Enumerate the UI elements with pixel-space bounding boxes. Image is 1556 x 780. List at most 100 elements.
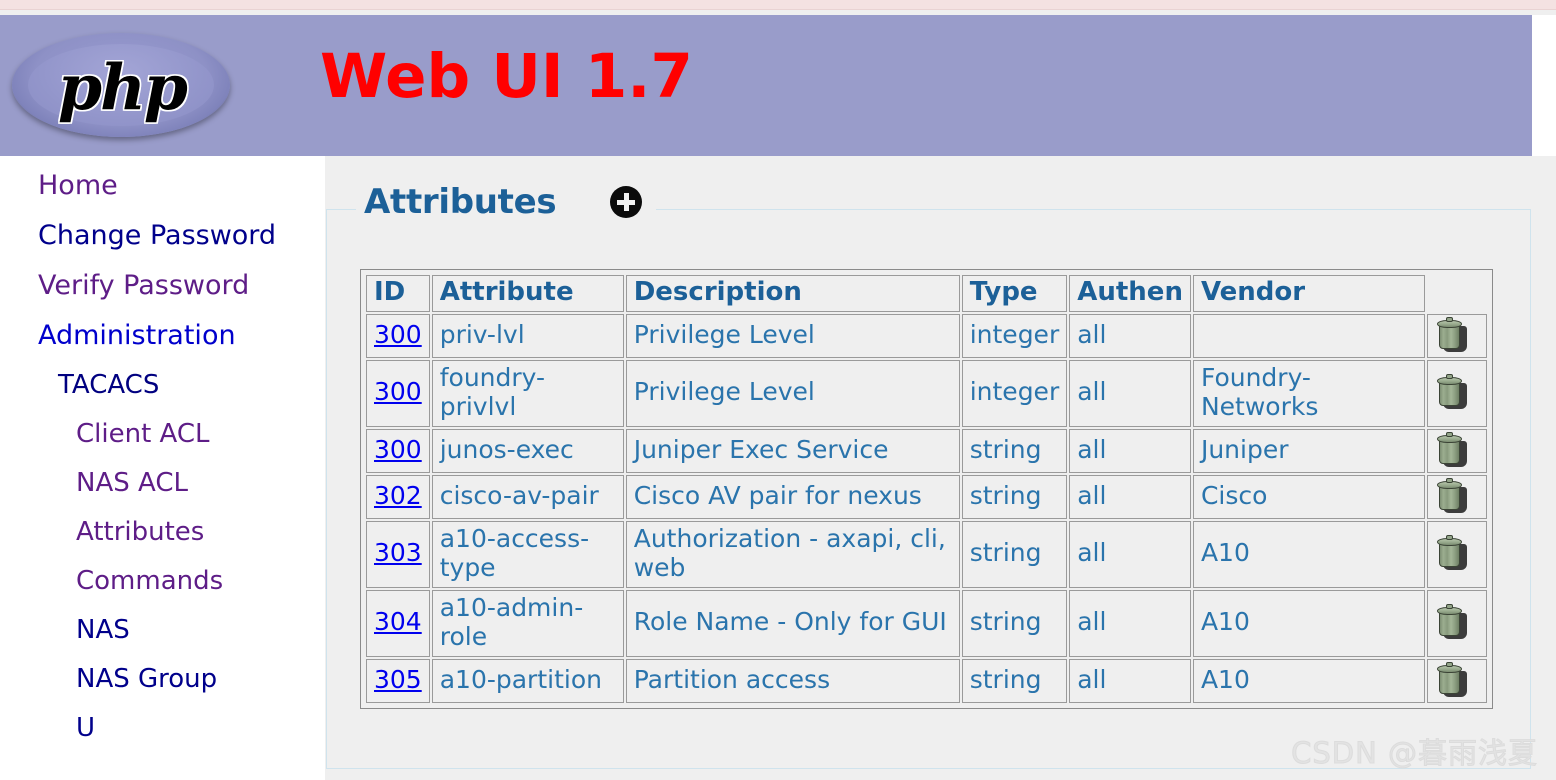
sidebar-item-verify-password[interactable]: Verify Password — [38, 272, 325, 299]
trash-icon[interactable] — [1435, 661, 1469, 698]
trash-icon-body — [1438, 439, 1460, 464]
cell-authen: all — [1069, 658, 1191, 703]
cell-vendor: Juniper — [1192, 428, 1425, 473]
trash-icon-body — [1438, 382, 1460, 407]
sidebar-item-change-password[interactable]: Change Password — [38, 222, 325, 249]
cell-attribute: a10-admin-role — [431, 589, 624, 657]
trash-icon-knob — [1445, 535, 1453, 541]
cell-authen: all — [1069, 313, 1191, 358]
trash-icon-knob — [1445, 374, 1453, 380]
trash-icon[interactable] — [1435, 535, 1469, 571]
cell-attribute: junos-exec — [431, 428, 624, 473]
attribute-id-link[interactable]: 302 — [374, 481, 422, 510]
cell-delete — [1426, 313, 1487, 358]
sidebar-item-commands[interactable]: Commands — [76, 568, 325, 594]
attribute-id-link[interactable]: 305 — [374, 665, 422, 694]
trash-icon[interactable] — [1435, 477, 1469, 514]
cell-description: Role Name - Only for GUI — [625, 589, 960, 657]
trash-icon-body — [1438, 485, 1460, 510]
cell-delete — [1426, 474, 1487, 519]
cell-id: 305 — [366, 658, 430, 703]
trash-icon-body — [1438, 612, 1460, 637]
content-area: Attributes ID Attribute Description Type… — [325, 156, 1556, 780]
csdn-watermark: CSDN @暮雨浅夏 — [1291, 736, 1538, 771]
php-logo: php — [8, 23, 236, 147]
table-row: 300 foundry-privlvl Privilege Level integer… — [366, 359, 1487, 427]
trash-icon-body — [1438, 543, 1460, 568]
trash-icon-knob — [1445, 604, 1453, 610]
cell-attribute: priv-lvl — [431, 313, 624, 358]
trash-icon-body — [1438, 324, 1460, 349]
cell-attribute: foundry-privlvl — [431, 359, 624, 427]
cell-type: integer — [961, 313, 1068, 358]
cell-id: 300 — [366, 313, 430, 358]
sidebar-item-attributes[interactable]: Attributes — [76, 519, 325, 545]
cell-authen: all — [1069, 474, 1191, 519]
attribute-id-link[interactable]: 300 — [374, 320, 422, 349]
column-header-vendor: Vendor — [1192, 275, 1425, 312]
sidebar-item-tacacs[interactable]: TACACS — [58, 372, 325, 398]
trash-icon[interactable] — [1435, 316, 1469, 353]
cell-vendor: A10 — [1192, 589, 1425, 657]
cell-description: Privilege Level — [625, 313, 960, 358]
table-body: 300 priv-lvl Privilege Level integer all 300 f… — [366, 313, 1487, 703]
cell-delete — [1426, 428, 1487, 473]
column-header-attribute: Attribute — [431, 275, 624, 312]
cell-vendor: A10 — [1192, 520, 1425, 588]
column-header-id: ID — [366, 275, 430, 312]
cell-type: string — [961, 474, 1068, 519]
trash-icon[interactable] — [1435, 431, 1469, 468]
sidebar-item-partial[interactable]: U — [76, 715, 325, 741]
cell-description: Partition access — [625, 658, 960, 703]
php-logo-text: php — [58, 50, 188, 124]
cell-attribute: cisco-av-pair — [431, 474, 624, 519]
sidebar-item-nas-group[interactable]: NAS Group — [76, 666, 325, 692]
cell-attribute: a10-partition — [431, 658, 624, 703]
attributes-table: ID Attribute Description Type Authen Ven… — [364, 273, 1489, 705]
sidebar-item-nas-acl[interactable]: NAS ACL — [76, 470, 325, 496]
cell-type: string — [961, 428, 1068, 473]
add-attribute-icon[interactable] — [610, 186, 643, 218]
table-row: 305 a10-partition Partition access string al… — [366, 658, 1487, 703]
cell-type: integer — [961, 359, 1068, 427]
sidebar-item-nas[interactable]: NAS — [76, 617, 325, 643]
sidebar-nav: Home Change Password Verify Password Adm… — [0, 156, 325, 780]
table-row: 303 a10-access-type Authorization - axapi,… — [366, 520, 1487, 588]
cell-id: 304 — [366, 589, 430, 657]
cell-id: 300 — [366, 428, 430, 473]
cell-delete — [1426, 589, 1487, 657]
table-row: 300 priv-lvl Privilege Level integer all — [366, 313, 1487, 358]
sidebar-item-administration[interactable]: Administration — [38, 322, 325, 349]
table-row: 304 a10-admin-role Role Name - Only for GU… — [366, 589, 1487, 657]
cell-description: Cisco AV pair for nexus — [625, 474, 960, 519]
cell-type: string — [961, 658, 1068, 703]
table-row: 302 cisco-av-pair Cisco AV pair for nexus s… — [366, 474, 1487, 519]
sidebar-item-client-acl[interactable]: Client ACL — [76, 421, 325, 447]
attribute-id-link[interactable]: 304 — [374, 607, 422, 636]
column-header-authen: Authen — [1069, 275, 1191, 312]
attribute-id-link[interactable]: 303 — [374, 538, 422, 567]
cell-vendor: Foundry-Networks — [1192, 359, 1425, 427]
table-head: ID Attribute Description Type Authen Ven… — [366, 275, 1487, 312]
attribute-id-link[interactable]: 300 — [374, 377, 422, 406]
cell-type: string — [961, 589, 1068, 657]
page-body: Home Change Password Verify Password Adm… — [0, 156, 1556, 780]
trash-icon[interactable] — [1435, 374, 1469, 410]
trash-icon-knob — [1445, 661, 1453, 667]
column-header-type: Type — [961, 275, 1068, 312]
trash-icon-knob — [1445, 431, 1453, 437]
cell-delete — [1426, 359, 1487, 427]
app-header-banner: php Web UI 1.7 — [0, 15, 1532, 156]
cell-vendor — [1192, 313, 1425, 358]
page-title: Web UI 1.7 — [320, 41, 693, 112]
attribute-id-link[interactable]: 300 — [374, 435, 422, 464]
panel-title: Attributes — [364, 182, 557, 222]
sidebar-item-home[interactable]: Home — [38, 172, 325, 199]
trash-icon-body — [1438, 669, 1460, 694]
top-accent-strip — [0, 0, 1556, 10]
panel-legend: Attributes — [356, 182, 657, 222]
cell-authen: all — [1069, 359, 1191, 427]
cell-id: 303 — [366, 520, 430, 588]
cell-type: string — [961, 520, 1068, 588]
trash-icon[interactable] — [1435, 604, 1469, 640]
